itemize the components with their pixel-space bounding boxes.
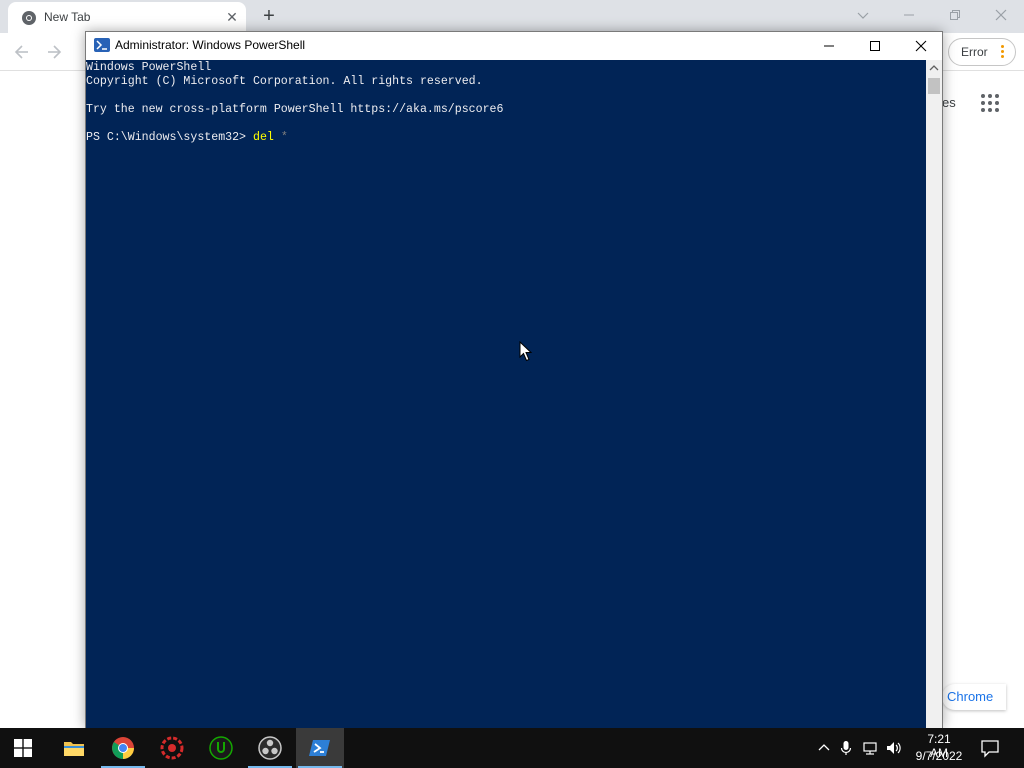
action-center-icon[interactable] xyxy=(980,738,1000,758)
close-icon xyxy=(915,40,927,52)
new-tab-button[interactable]: + xyxy=(258,5,280,27)
windows-logo-icon xyxy=(14,739,32,757)
powershell-icon xyxy=(309,740,330,756)
folder-icon xyxy=(64,742,84,756)
close-button[interactable] xyxy=(898,32,944,60)
chrome-tab-strip: New Tab ✕ + xyxy=(0,0,1024,33)
google-apps-icon[interactable] xyxy=(980,93,1000,113)
show-hidden-icons-chevron-icon[interactable] xyxy=(816,740,832,756)
profile-error-button[interactable]: Error xyxy=(948,38,1016,66)
vertical-scrollbar[interactable] xyxy=(926,60,942,728)
red-gear-icon xyxy=(160,736,184,760)
console-line: Copyright (C) Microsoft Corporation. All… xyxy=(86,75,483,88)
chrome-menu-icon[interactable] xyxy=(1001,45,1005,61)
network-icon[interactable] xyxy=(862,740,878,756)
chrome-close-icon[interactable] xyxy=(989,4,1013,26)
mouse-cursor-icon xyxy=(519,341,533,362)
volume-icon[interactable] xyxy=(886,740,902,756)
microphone-icon[interactable] xyxy=(838,740,854,756)
powershell-title-bar[interactable]: Administrator: Windows PowerShell xyxy=(86,32,942,60)
command-text: del xyxy=(252,131,274,144)
tab-close-icon[interactable]: ✕ xyxy=(224,9,240,25)
minimize-button[interactable] xyxy=(806,32,852,60)
window-title: Administrator: Windows PowerShell xyxy=(115,38,306,52)
taskbar-obs[interactable] xyxy=(246,728,294,768)
prompt-text: PS C:\Windows\system32> xyxy=(86,131,253,144)
taskbar-upwork[interactable] xyxy=(197,728,245,768)
powershell-window: Administrator: Windows PowerShell Window… xyxy=(85,31,943,728)
scroll-up-arrow-icon[interactable] xyxy=(926,60,942,77)
taskbar-powershell[interactable] xyxy=(296,728,344,768)
forward-icon[interactable] xyxy=(43,41,65,63)
chrome-restore-icon[interactable] xyxy=(943,4,967,26)
tab-search-icon[interactable] xyxy=(851,4,875,26)
green-u-icon xyxy=(209,736,233,760)
minimize-icon xyxy=(824,45,834,47)
start-button[interactable] xyxy=(0,728,48,768)
taskbar-google-chrome[interactable] xyxy=(99,728,147,768)
chrome-icon xyxy=(112,737,134,759)
chrome-tab-new-tab[interactable]: New Tab ✕ xyxy=(8,2,246,33)
desktop: New Tab ✕ + Error es Chrome Administrato… xyxy=(0,0,1024,768)
command-argument: * xyxy=(273,131,288,144)
console-line: Windows PowerShell xyxy=(86,61,212,74)
customize-chrome-label: Chrome xyxy=(947,689,994,704)
console-output[interactable]: Windows PowerShell Copyright (C) Microso… xyxy=(86,60,926,728)
chrome-favicon-icon xyxy=(22,11,36,25)
obs-icon xyxy=(258,736,282,760)
maximize-icon xyxy=(870,41,880,51)
ntp-images-link[interactable]: es xyxy=(942,95,956,110)
powershell-icon[interactable] xyxy=(94,38,110,52)
chrome-minimize-icon[interactable] xyxy=(897,4,921,26)
taskbar-red-app[interactable] xyxy=(148,728,196,768)
back-icon[interactable] xyxy=(11,41,33,63)
taskbar: 7:21 AM 9/7/2022 xyxy=(0,728,1024,768)
command-line[interactable]: PS C:\Windows\system32> del * xyxy=(86,131,288,145)
scrollbar-thumb[interactable] xyxy=(928,78,940,94)
taskbar-file-explorer[interactable] xyxy=(50,728,98,768)
customize-chrome-button[interactable]: Chrome xyxy=(942,684,1006,710)
tab-title: New Tab xyxy=(44,10,91,24)
maximize-button[interactable] xyxy=(852,32,898,60)
console-line: Try the new cross-platform PowerShell ht… xyxy=(86,103,504,116)
error-label: Error xyxy=(961,45,988,59)
clock-date[interactable]: 9/7/2022 xyxy=(913,749,965,763)
